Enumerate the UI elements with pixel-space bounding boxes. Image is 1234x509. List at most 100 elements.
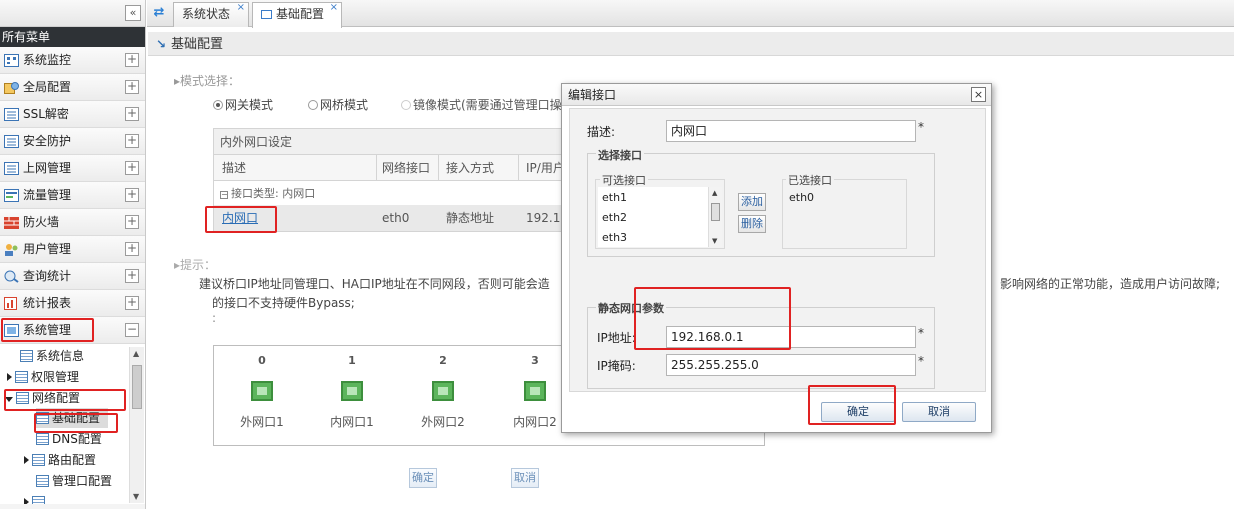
- radio-icon: [308, 100, 318, 110]
- sidebar-item-monitor[interactable]: 系统监控 +: [0, 47, 145, 74]
- list-item[interactable]: eth0: [789, 191, 814, 204]
- table-row[interactable]: 内网口 eth0 静态地址 192.16: [214, 205, 572, 231]
- scroll-down-icon[interactable]: ▼: [133, 492, 139, 501]
- expand-icon[interactable]: +: [125, 80, 139, 94]
- expand-icon[interactable]: +: [125, 53, 139, 67]
- radio-label: 镜像模式(需要通过管理口操: [413, 98, 561, 112]
- close-icon[interactable]: ×: [330, 2, 338, 14]
- collapse-sidebar-icon[interactable]: «: [125, 5, 141, 21]
- submenu-item-mgmt-port-config[interactable]: 管理口配置: [36, 471, 112, 491]
- add-interface-button[interactable]: 添加: [738, 193, 766, 211]
- collapse-group-icon[interactable]: −: [220, 191, 228, 199]
- sidebar-scrollbar[interactable]: ▲ ▼: [129, 347, 144, 503]
- scroll-up-icon[interactable]: ▲: [712, 189, 717, 197]
- submenu-item-dns-config[interactable]: DNS配置: [36, 429, 102, 449]
- expand-arrow-icon[interactable]: [24, 456, 29, 464]
- port-item[interactable]: 2 外网口2: [413, 354, 473, 430]
- ip-address-input[interactable]: 192.168.0.1: [666, 326, 916, 348]
- sidebar-item-security[interactable]: 安全防护 +: [0, 128, 145, 155]
- submenu-item-basic-config[interactable]: 基础配置: [36, 408, 109, 428]
- expand-icon[interactable]: +: [125, 188, 139, 202]
- remove-interface-button[interactable]: 删除: [738, 215, 766, 233]
- submenu-item-permissions[interactable]: 权限管理: [7, 367, 79, 387]
- ethernet-port-icon: [524, 381, 546, 401]
- mode-radio-gateway[interactable]: 网关模式: [213, 96, 273, 113]
- sidebar-item-label: 系统监控: [23, 53, 72, 67]
- collapse-arrow-icon[interactable]: [5, 397, 13, 402]
- list-item[interactable]: eth1: [602, 191, 627, 204]
- dialog-ok-button[interactable]: 确定: [821, 402, 895, 422]
- submenu-item-system-info[interactable]: 系统信息: [20, 346, 84, 366]
- tab-basic-config[interactable]: 基础配置 ×: [252, 2, 342, 28]
- expand-icon[interactable]: +: [125, 269, 139, 283]
- sidebar-item-label: 统计报表: [23, 296, 72, 310]
- mode-radio-bridge[interactable]: 网桥模式: [308, 96, 368, 113]
- list-item[interactable]: eth3: [602, 231, 627, 244]
- cancel-button[interactable]: 取消: [511, 468, 539, 488]
- list-icon: [16, 392, 29, 404]
- column-header: 网络接口: [382, 161, 431, 175]
- close-icon[interactable]: ×: [971, 87, 986, 102]
- scrollbar-thumb[interactable]: [711, 203, 720, 221]
- sidebar-item-internet[interactable]: 上网管理 +: [0, 155, 145, 182]
- list-icon: [36, 433, 49, 445]
- description-input[interactable]: 内网口: [666, 120, 916, 142]
- submenu-item-route-config[interactable]: 路由配置: [24, 450, 96, 470]
- sidebar-item-label: 用户管理: [23, 242, 72, 256]
- system-icon: [4, 324, 19, 337]
- tab-bar: ⇄ 系统状态 × 基础配置 ×: [147, 0, 1234, 28]
- static-params-group: [587, 307, 935, 389]
- scrollbar-thumb[interactable]: [132, 365, 142, 409]
- expand-arrow-icon[interactable]: [7, 373, 12, 381]
- expand-arrow-icon[interactable]: [24, 498, 29, 504]
- available-interfaces-list[interactable]: eth1 eth2 eth3 ▲ ▼: [598, 187, 722, 247]
- sidebar-item-traffic[interactable]: 流量管理 +: [0, 182, 145, 209]
- expand-icon[interactable]: +: [125, 107, 139, 121]
- submenu-item-label: 基础配置: [52, 411, 101, 425]
- refresh-icon[interactable]: ⇄: [151, 5, 167, 21]
- ethernet-port-icon: [432, 381, 454, 401]
- port-item[interactable]: 0 外网口1: [232, 354, 292, 430]
- sidebar-item-report[interactable]: 统计报表 +: [0, 290, 145, 317]
- collapse-icon[interactable]: −: [125, 323, 139, 337]
- list-scrollbar[interactable]: ▲ ▼: [708, 187, 722, 247]
- table-group-row[interactable]: − 接口类型: 内网口: [214, 181, 572, 205]
- scroll-down-icon[interactable]: ▼: [712, 237, 717, 245]
- submenu-item-label: 权限管理: [31, 370, 80, 384]
- sidebar-item-system[interactable]: 系统管理 −: [0, 317, 145, 344]
- sidebar-item-ssl[interactable]: SSL解密 +: [0, 101, 145, 128]
- scroll-up-icon[interactable]: ▲: [133, 349, 139, 358]
- edit-interface-dialog: 编辑接口 × 描述: 内网口 * 选择接口 可选接口 eth1 eth2 eth…: [561, 83, 992, 433]
- expand-icon[interactable]: +: [125, 242, 139, 256]
- sidebar-item-firewall[interactable]: 防火墙 +: [0, 209, 145, 236]
- submenu-item-more[interactable]: [24, 492, 48, 504]
- table-cell: 静态地址: [446, 211, 495, 225]
- expand-icon[interactable]: +: [125, 161, 139, 175]
- tab-label: 系统状态: [182, 7, 231, 21]
- expand-icon[interactable]: +: [125, 215, 139, 229]
- ssl-icon: [4, 108, 19, 121]
- port-item[interactable]: 3 内网口2: [505, 354, 565, 430]
- tab-system-status[interactable]: 系统状态 ×: [173, 2, 249, 27]
- ip-mask-input[interactable]: 255.255.255.0: [666, 354, 916, 376]
- dialog-cancel-button[interactable]: 取消: [902, 402, 976, 422]
- sidebar-item-query[interactable]: 查询统计 +: [0, 263, 145, 290]
- dialog-title-bar[interactable]: 编辑接口 ×: [562, 84, 991, 106]
- list-item[interactable]: eth2: [602, 211, 627, 224]
- port-item[interactable]: 1 内网口1: [322, 354, 382, 430]
- selected-interfaces-list[interactable]: eth0: [785, 187, 903, 245]
- ethernet-port-icon: [251, 381, 273, 401]
- submenu-item-network-config[interactable]: 网络配置: [5, 388, 80, 408]
- select-interface-legend: 选择接口: [596, 147, 644, 163]
- mode-radio-mirror[interactable]: 镜像模式(需要通过管理口操: [401, 96, 561, 113]
- close-icon[interactable]: ×: [237, 2, 245, 14]
- system-submenu: 系统信息 权限管理 网络配置 基础配置 DNS配置 路由配置 管理口配置: [0, 344, 145, 504]
- interface-link[interactable]: 内网口: [222, 205, 258, 231]
- expand-icon[interactable]: +: [125, 134, 139, 148]
- expand-icon[interactable]: +: [125, 296, 139, 310]
- submenu-item-label: 网络配置: [32, 391, 81, 405]
- sidebar-item-global-config[interactable]: 全局配置 +: [0, 74, 145, 101]
- confirm-button[interactable]: 确定: [409, 468, 437, 488]
- sidebar: « 所有菜单 系统监控 + 全局配置 + SSL解密 + 安全防护 + 上网管理…: [0, 0, 146, 509]
- sidebar-item-users[interactable]: 用户管理 +: [0, 236, 145, 263]
